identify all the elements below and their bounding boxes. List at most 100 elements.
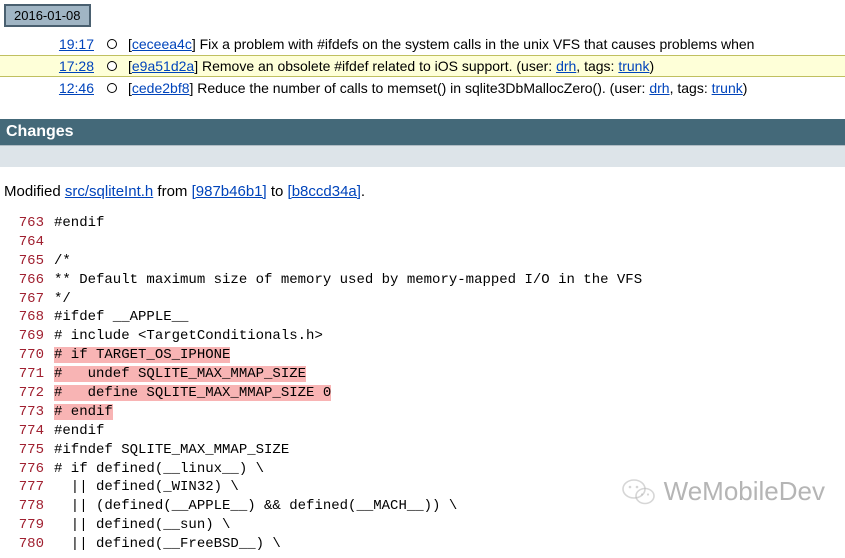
line-content: # if defined(__linux__) \ — [54, 460, 845, 479]
code-line: 767*/ — [0, 290, 845, 309]
time-link[interactable]: 17:28 — [59, 58, 94, 74]
commit-hash-link[interactable]: ceceea4c — [132, 36, 192, 52]
line-content: #ifdef __APPLE__ — [54, 308, 845, 327]
line-content: # if TARGET_OS_IPHONE — [54, 346, 845, 365]
user-link[interactable]: drh — [649, 80, 669, 96]
code-line: 777 || defined(_WIN32) \ — [0, 478, 845, 497]
line-number: 779 — [0, 516, 54, 535]
line-number: 772 — [0, 384, 54, 403]
commit-desc-suffix: ) — [649, 58, 654, 74]
line-number: 774 — [0, 422, 54, 441]
changes-separator — [0, 145, 845, 167]
tag-link[interactable]: trunk — [712, 80, 743, 96]
line-content: #ifndef SQLITE_MAX_MMAP_SIZE — [54, 441, 845, 460]
line-content: #endif — [54, 422, 845, 441]
time-link[interactable]: 19:17 — [59, 36, 94, 52]
code-line: 770# if TARGET_OS_IPHONE — [0, 346, 845, 365]
code-line: 766** Default maximum size of memory use… — [0, 271, 845, 290]
commit-desc-suffix: ) — [743, 80, 748, 96]
timeline-row: 17:28 [e9a51d2a] Remove an obsolete #ifde… — [0, 55, 845, 77]
line-content: # undef SQLITE_MAX_MMAP_SIZE — [54, 365, 845, 384]
modified-suffix: . — [361, 183, 365, 200]
timeline: 19:17 [ceceea4c] Fix a problem with #ifde… — [0, 33, 845, 99]
code-line: 772# define SQLITE_MAX_MMAP_SIZE 0 — [0, 384, 845, 403]
code-line: 780 || defined(__FreeBSD__) \ — [0, 535, 845, 554]
commit-hash-link[interactable]: cede2bf8 — [132, 80, 190, 96]
line-number: 767 — [0, 290, 54, 309]
removed-text: # define SQLITE_MAX_MMAP_SIZE 0 — [54, 385, 331, 401]
line-number: 766 — [0, 271, 54, 290]
desc-col: [e9a51d2a] Remove an obsolete #ifdef rel… — [124, 58, 845, 74]
code-block: 763#endif764765/*766** Default maximum s… — [0, 210, 845, 558]
desc-col: [ceceea4c] Fix a problem with #ifdefs on… — [124, 36, 845, 52]
time-col: 12:46 — [0, 80, 100, 96]
line-content — [54, 233, 845, 252]
commit-desc: Reduce the number of calls to memset() i… — [197, 80, 649, 96]
removed-text: # undef SQLITE_MAX_MMAP_SIZE — [54, 366, 306, 382]
modified-from-text: from — [153, 183, 191, 200]
code-line: 776# if defined(__linux__) \ — [0, 460, 845, 479]
tag-link[interactable]: trunk — [618, 58, 649, 74]
removed-text: # if TARGET_OS_IPHONE — [54, 347, 230, 363]
line-number: 780 — [0, 535, 54, 554]
commit-desc-mid: , tags: — [670, 80, 712, 96]
removed-text: # endif — [54, 404, 113, 420]
line-number: 775 — [0, 441, 54, 460]
code-line: 763#endif — [0, 214, 845, 233]
code-line: 771# undef SQLITE_MAX_MMAP_SIZE — [0, 365, 845, 384]
desc-col: [cede2bf8] Reduce the number of calls to… — [124, 80, 845, 96]
line-content: || defined(__sun) \ — [54, 516, 845, 535]
code-line: 768#ifdef __APPLE__ — [0, 308, 845, 327]
line-number: 769 — [0, 327, 54, 346]
line-number: 770 — [0, 346, 54, 365]
line-number: 773 — [0, 403, 54, 422]
line-number: 777 — [0, 478, 54, 497]
line-content: /* — [54, 252, 845, 271]
graph-node-icon — [107, 39, 117, 49]
line-number: 778 — [0, 497, 54, 516]
modified-to-hash[interactable]: [b8ccd34a] — [288, 183, 361, 200]
code-line: 765/* — [0, 252, 845, 271]
line-content: */ — [54, 290, 845, 309]
code-line: 779 || defined(__sun) \ — [0, 516, 845, 535]
commit-desc-mid: , tags: — [576, 58, 618, 74]
code-line: 778 || (defined(__APPLE__) && defined(__… — [0, 497, 845, 516]
modified-prefix: Modified — [4, 183, 65, 200]
changes-header: Changes — [0, 119, 845, 145]
timeline-row: 12:46 [cede2bf8] Reduce the number of cal… — [0, 77, 845, 99]
line-number: 776 — [0, 460, 54, 479]
commit-hash-link[interactable]: e9a51d2a — [132, 58, 194, 74]
line-content: ** Default maximum size of memory used b… — [54, 271, 845, 290]
commit-desc: Remove an obsolete #ifdef related to iOS… — [202, 58, 556, 74]
line-number: 765 — [0, 252, 54, 271]
line-number: 764 — [0, 233, 54, 252]
user-link[interactable]: drh — [556, 58, 576, 74]
line-content: || defined(_WIN32) \ — [54, 478, 845, 497]
line-content: # define SQLITE_MAX_MMAP_SIZE 0 — [54, 384, 845, 403]
time-col: 17:28 — [0, 58, 100, 74]
line-number: 771 — [0, 365, 54, 384]
line-number: 763 — [0, 214, 54, 233]
graph-col — [100, 39, 124, 49]
line-content: || defined(__FreeBSD__) \ — [54, 535, 845, 554]
line-content: # include <TargetConditionals.h> — [54, 327, 845, 346]
commit-desc: Fix a problem with #ifdefs on the system… — [200, 36, 755, 52]
modified-from-hash[interactable]: [987b46b1] — [192, 183, 267, 200]
graph-node-icon — [107, 61, 117, 71]
code-line: 774#endif — [0, 422, 845, 441]
line-content: #endif — [54, 214, 845, 233]
code-line: 773# endif — [0, 403, 845, 422]
graph-col — [100, 83, 124, 93]
time-col: 19:17 — [0, 36, 100, 52]
code-line: 769# include <TargetConditionals.h> — [0, 327, 845, 346]
timeline-row: 19:17 [ceceea4c] Fix a problem with #ifde… — [0, 33, 845, 55]
modified-line: Modified src/sqliteInt.h from [987b46b1]… — [0, 167, 845, 210]
time-link[interactable]: 12:46 — [59, 80, 94, 96]
code-line: 775#ifndef SQLITE_MAX_MMAP_SIZE — [0, 441, 845, 460]
modified-file-link[interactable]: src/sqliteInt.h — [65, 183, 153, 200]
modified-to-text: to — [267, 183, 288, 200]
line-content: # endif — [54, 403, 845, 422]
graph-node-icon — [107, 83, 117, 93]
graph-col — [100, 61, 124, 71]
line-content: || (defined(__APPLE__) && defined(__MACH… — [54, 497, 845, 516]
